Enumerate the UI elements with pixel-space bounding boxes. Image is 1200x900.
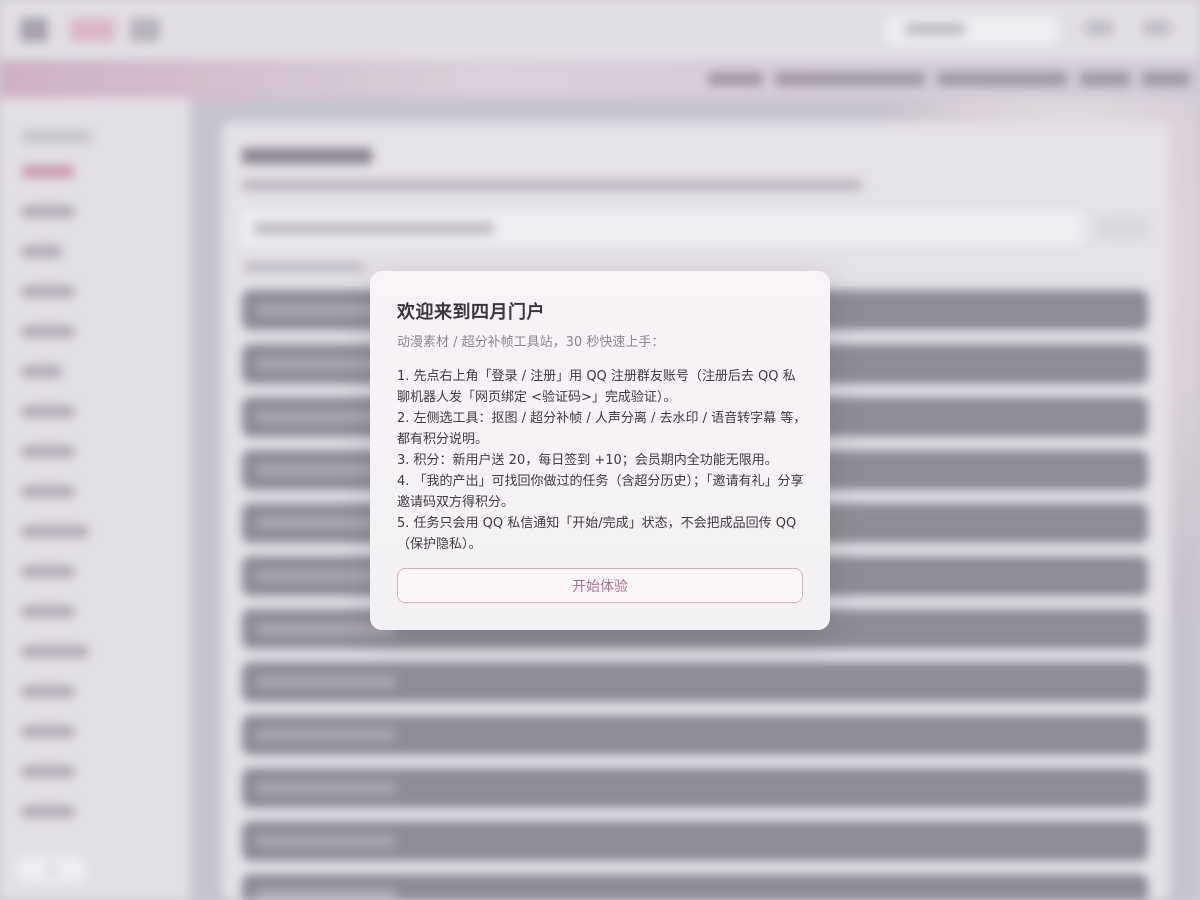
start-experience-button[interactable]: 开始体验 xyxy=(397,568,803,603)
onboarding-steps: 1. 先点右上角「登录 / 注册」用 QQ 注册群友账号（注册后去 QQ 私聊机… xyxy=(397,366,807,555)
modal-title: 欢迎来到四月门户 xyxy=(397,302,545,323)
modal-subtitle: 动漫素材 / 超分补帧工具站，30 秒快速上手： xyxy=(397,335,665,350)
onboarding-step: 2. 左侧选工具：抠图 / 超分补帧 / 人声分离 / 去水印 / 语音转字幕 … xyxy=(397,411,807,447)
welcome-modal: 欢迎来到四月门户 动漫素材 / 超分补帧工具站，30 秒快速上手： 1. 先点右… xyxy=(370,271,830,630)
onboarding-step: 1. 先点右上角「登录 / 注册」用 QQ 注册群友账号（注册后去 QQ 私聊机… xyxy=(397,369,796,405)
onboarding-step: 5. 任务只会用 QQ 私信通知「开始/完成」状态，不会把成品回传 QQ（保护隐… xyxy=(397,516,797,552)
onboarding-step: 4. 「我的产出」可找回你做过的任务（含超分历史）；「邀请有礼」分享邀请码双方得… xyxy=(397,474,804,510)
onboarding-step: 3. 积分：新用户送 20，每日签到 +10；会员期内全功能无限用。 xyxy=(397,453,778,468)
